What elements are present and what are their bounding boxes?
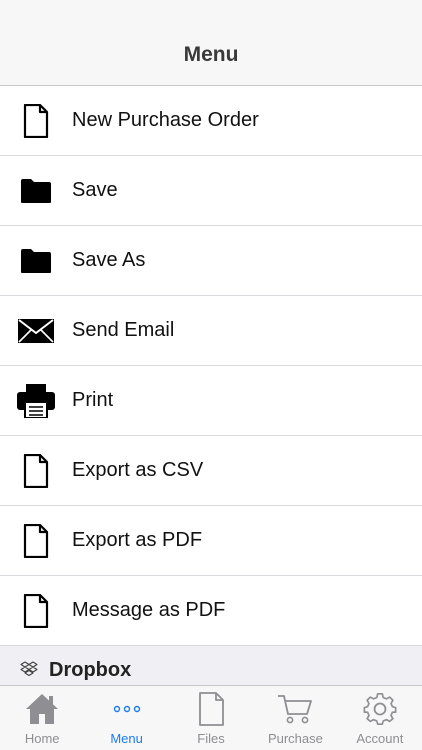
folder-icon (17, 173, 55, 209)
section-header-dropbox: Dropbox (0, 645, 422, 685)
menu-item-label: Save As (72, 249, 146, 271)
tab-label: Home (24, 731, 60, 746)
tab-label: Files (197, 731, 225, 746)
menu-item-send-email[interactable]: Send Email (0, 296, 422, 366)
navigation-bar: Menu (0, 0, 422, 86)
home-icon (24, 692, 60, 726)
menu-item-label: Message as PDF (72, 599, 226, 621)
menu-item-label: Export as PDF (72, 529, 203, 551)
tab-label: Purchase (267, 731, 323, 746)
tab-label: Account (356, 731, 404, 746)
tab-account[interactable]: Account (338, 686, 422, 750)
document-icon (17, 523, 55, 559)
document-icon (17, 453, 55, 489)
tab-menu[interactable]: Menu (84, 686, 168, 750)
tab-files[interactable]: Files (169, 686, 253, 750)
document-icon (17, 103, 55, 139)
gear-icon (362, 692, 398, 726)
menu-item-save[interactable]: Save (0, 156, 422, 226)
menu-item-label: Save (72, 179, 118, 201)
menu-item-export-pdf[interactable]: Export as PDF (0, 506, 422, 576)
tab-home[interactable]: Home (0, 686, 84, 750)
cart-icon (277, 692, 313, 726)
folder-icon (17, 243, 55, 279)
page-title: Menu (183, 43, 239, 66)
printer-icon (17, 383, 55, 419)
section-title: Dropbox (49, 659, 132, 681)
menu-item-label: Export as CSV (72, 459, 204, 481)
more-dots-icon (109, 692, 145, 726)
menu-item-label: New Purchase Order (72, 109, 259, 131)
menu-item-label: Print (72, 389, 114, 411)
menu-item-export-csv[interactable]: Export as CSV (0, 436, 422, 506)
document-icon (17, 593, 55, 629)
menu-item-label: Send Email (72, 319, 175, 341)
tab-purchase[interactable]: Purchase (253, 686, 337, 750)
dropbox-icon (20, 661, 38, 677)
envelope-icon (17, 313, 55, 349)
tab-bar: Home Menu Files Purchase Account (0, 685, 422, 750)
menu-item-message-pdf[interactable]: Message as PDF (0, 576, 422, 646)
file-icon (193, 692, 229, 726)
menu-item-save-as[interactable]: Save As (0, 226, 422, 296)
menu-item-new-purchase-order[interactable]: New Purchase Order (0, 86, 422, 156)
tab-label: Menu (110, 731, 143, 746)
menu-item-print[interactable]: Print (0, 366, 422, 436)
menu-list: New Purchase Order Save Save As Send Ema… (0, 86, 422, 646)
